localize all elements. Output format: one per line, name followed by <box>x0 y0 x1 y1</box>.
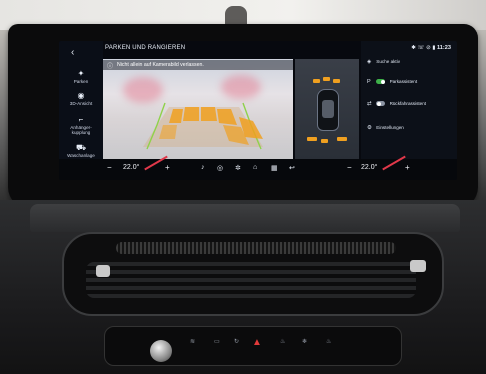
toggle-parkassistent[interactable]: P Parkassistent <box>367 79 417 85</box>
settings-label: Einstellungen <box>376 125 404 130</box>
rueckfahrassistent-toggle[interactable] <box>376 101 386 107</box>
clock: 11:23 <box>437 45 451 51</box>
car-wash-icon: ⛟ <box>75 143 87 152</box>
speaker-grille <box>116 242 396 254</box>
parking-sensor-icon: ✦ <box>77 69 85 78</box>
toggle-label: Parkassistent <box>389 79 418 84</box>
left-temp-plus-button[interactable]: + <box>165 163 170 172</box>
sidebar-item-anhaengerkupplung[interactable]: ⌐ Anhänger- kupplung <box>59 115 103 135</box>
left-temp-minus-button[interactable]: − <box>107 163 112 172</box>
sidebar-item-label: Anhänger- kupplung <box>70 125 92 135</box>
warning-banner: ⓘ Nicht allein auf Kamerabild verlassen. <box>103 60 293 70</box>
right-temp-minus-button[interactable]: − <box>347 163 352 172</box>
warning-text: Nicht allein auf Kamerabild verlassen. <box>117 62 204 68</box>
infotainment-screen: ‹ ✦ Parken ◉ 3D-Ansicht ⌐ Anhänger- kupp… <box>59 41 457 180</box>
settings-item[interactable]: ⚙ Einstellungen <box>367 125 404 131</box>
seat-heat-icon[interactable]: ♨ <box>280 338 285 345</box>
defrost-icon[interactable]: ≋ <box>190 338 195 345</box>
search-status: ◈ Suche aktiv <box>367 59 400 65</box>
home-icon[interactable]: ⌂ <box>253 164 257 171</box>
toggle-rueckfahrassistent[interactable]: ⇄ Rückfahrassistent <box>367 101 426 107</box>
vent-knob-right[interactable] <box>410 260 426 272</box>
phone-icon: ☏ <box>417 45 425 51</box>
media-icon[interactable]: ♪ <box>201 164 205 171</box>
signal-icon: ▮ <box>432 45 436 51</box>
sidebar-item-label: 3D-Ansicht <box>69 101 93 106</box>
search-status-label: Suche aktiv <box>376 59 401 64</box>
parking-assist-icon: P <box>367 79 371 85</box>
parking-search-icon: ◈ <box>367 59 372 65</box>
volume-knob[interactable] <box>150 340 172 362</box>
apps-icon[interactable]: ▦ <box>271 164 278 172</box>
parkassistent-toggle[interactable] <box>376 79 386 85</box>
car-top-icon <box>317 89 339 131</box>
car-interior-photo: ‹ ✦ Parken ◉ 3D-Ansicht ⌐ Anhänger- kupp… <box>0 0 486 374</box>
dashboard-trim <box>30 204 460 232</box>
seat-heat-right-icon[interactable]: ♨ <box>326 338 331 345</box>
phone-call-icon[interactable]: ↩ <box>289 164 295 172</box>
hazard-icon[interactable]: ▲ <box>252 337 262 348</box>
toggle-label: Rückfahrassistent <box>389 101 427 106</box>
info-icon: ⓘ <box>107 64 114 70</box>
top-down-view[interactable] <box>295 59 359 159</box>
bluetooth-icon: ✱ <box>411 45 416 51</box>
right-temp-plus-button[interactable]: + <box>405 163 410 172</box>
rear-camera-view[interactable] <box>103 59 293 159</box>
sidebar-item-label: Parken <box>73 79 89 84</box>
navigation-icon[interactable]: ◎ <box>217 164 223 172</box>
sidebar-item-waschanlage[interactable]: ⛟ Waschanlage <box>59 143 103 158</box>
3d-view-icon: ◉ <box>77 91 85 100</box>
sidebar-item-3d-ansicht[interactable]: ◉ 3D-Ansicht <box>59 91 103 106</box>
page-title: PARKEN UND RANGIEREN <box>105 45 186 51</box>
rear-defrost-icon[interactable]: ▭ <box>214 338 220 345</box>
right-temp: 22.0° <box>361 164 378 171</box>
mic-off-icon: ⊘ <box>426 45 431 51</box>
fan-icon[interactable]: ✲ <box>235 164 241 172</box>
bottom-bar: − 22.0° + ♪ ◎ ✲ ⌂ ▦ ↩ − 22.0° + <box>59 155 457 180</box>
gear-icon: ⚙ <box>367 125 372 131</box>
chevron-left-icon[interactable]: ‹ <box>71 47 74 58</box>
vent-knob-left[interactable] <box>96 265 110 277</box>
ac-icon[interactable]: ❄ <box>302 338 307 345</box>
reverse-assist-icon: ⇄ <box>367 101 372 107</box>
guide-lines <box>143 102 263 150</box>
air-vent[interactable] <box>86 262 416 298</box>
trailer-hitch-icon: ⌐ <box>78 115 84 124</box>
status-bar: ✱ ☏ ⊘ ▮ 11:23 <box>411 45 451 51</box>
recirculation-icon[interactable]: ↻ <box>234 338 239 345</box>
sidebar-item-label: Waschanlage <box>67 153 95 158</box>
sidebar-item-parken[interactable]: ✦ Parken <box>59 69 103 84</box>
left-temp: 22.0° <box>123 164 140 171</box>
